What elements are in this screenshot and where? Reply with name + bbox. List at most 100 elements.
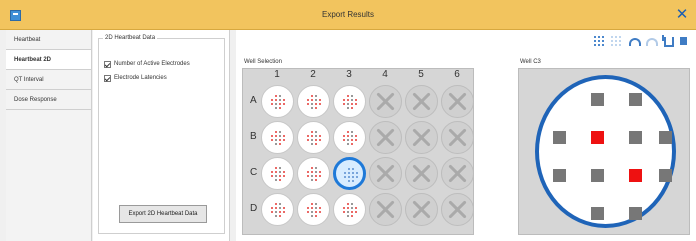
well-b1[interactable] xyxy=(261,121,294,154)
well-d4[interactable] xyxy=(369,193,402,226)
well-c2[interactable] xyxy=(297,157,330,190)
electrode-dot xyxy=(311,131,313,133)
close-icon[interactable]: ✕ xyxy=(673,6,691,22)
electrode-dot xyxy=(279,167,281,169)
electrode-dot xyxy=(352,176,354,178)
electrode-dot xyxy=(271,99,273,101)
well-a6[interactable] xyxy=(441,85,474,118)
export-2d-heartbeat-data-button[interactable]: Export 2D Heartbeat Data xyxy=(119,205,207,223)
sidebar-item-heartbeat-2d[interactable]: Heartbeat 2D xyxy=(6,50,91,70)
well-b6[interactable] xyxy=(441,121,474,154)
well-c6[interactable] xyxy=(441,157,474,190)
electrode-dot xyxy=(271,211,273,213)
electrode-dot xyxy=(311,143,313,145)
electrode-inactive[interactable] xyxy=(629,131,642,144)
well-d1[interactable] xyxy=(261,193,294,226)
electrode-inactive[interactable] xyxy=(591,93,604,106)
electrode-dot xyxy=(343,99,345,101)
electrode-dot xyxy=(351,103,353,105)
electrode-dot xyxy=(348,168,350,170)
well-d6[interactable] xyxy=(441,193,474,226)
well-detail-panel xyxy=(518,68,690,235)
electrode-dot xyxy=(315,207,317,209)
electrode-inactive[interactable] xyxy=(629,207,642,220)
export-icon[interactable] xyxy=(661,35,674,47)
electrode-active[interactable] xyxy=(591,131,604,144)
well-b3[interactable] xyxy=(333,121,366,154)
electrode-inactive[interactable] xyxy=(553,169,566,182)
electrode-dot xyxy=(283,99,285,101)
well-d5[interactable] xyxy=(405,193,438,226)
electrode-inactive[interactable] xyxy=(659,131,672,144)
electrode-dot xyxy=(311,179,313,181)
electrode-dot xyxy=(319,99,321,101)
well-c5[interactable] xyxy=(405,157,438,190)
electrode-dot xyxy=(283,171,285,173)
well-a3[interactable] xyxy=(333,85,366,118)
electrode-latencies-checkbox-row[interactable]: Electrode Latencies xyxy=(104,73,167,83)
electrode-dot xyxy=(351,211,353,213)
window-title: Export Results xyxy=(321,10,375,19)
list-view-icon[interactable] xyxy=(610,35,622,47)
sidebar-item-dose-response[interactable]: Dose Response xyxy=(6,90,91,110)
row-label: A xyxy=(250,95,257,106)
electrode-dot xyxy=(315,215,317,217)
sidebar-item-heartbeat[interactable]: Heartbeat xyxy=(6,30,91,50)
export-results-window: Export Results ✕ Heartbeat Heartbeat 2D … xyxy=(0,0,696,241)
electrode-dot xyxy=(275,131,277,133)
well-b2[interactable] xyxy=(297,121,330,154)
electrode-dot xyxy=(279,107,281,109)
well-a5[interactable] xyxy=(405,85,438,118)
well-a1[interactable] xyxy=(261,85,294,118)
electrode-inactive[interactable] xyxy=(591,169,604,182)
well-c4[interactable] xyxy=(369,157,402,190)
electrode-inactive[interactable] xyxy=(659,169,672,182)
electrode-dot xyxy=(348,176,350,178)
settings-icon[interactable] xyxy=(678,35,690,47)
electrode-dot xyxy=(355,139,357,141)
electrode-dot xyxy=(271,171,273,173)
electrode-dot xyxy=(343,103,345,105)
electrode-active[interactable] xyxy=(629,169,642,182)
well-c1[interactable] xyxy=(261,157,294,190)
electrode-dot xyxy=(352,172,354,174)
electrode-dot xyxy=(279,139,281,141)
electrode-dot xyxy=(275,107,277,109)
options-group: 2D Heartbeat Data Number of Active Elect… xyxy=(98,35,225,234)
electrode-dot xyxy=(319,139,321,141)
electrode-dot xyxy=(307,99,309,101)
electrode-dot xyxy=(351,203,353,205)
sidebar-item-qt-interval[interactable]: QT Interval xyxy=(6,70,91,90)
well-c3[interactable] xyxy=(333,157,366,190)
undo-icon[interactable] xyxy=(627,35,641,47)
electrode-dot xyxy=(275,175,277,177)
well-a2[interactable] xyxy=(297,85,330,118)
electrode-inactive[interactable] xyxy=(591,207,604,220)
electrode-inactive[interactable] xyxy=(629,93,642,106)
well-b4[interactable] xyxy=(369,121,402,154)
electrode-inactive[interactable] xyxy=(553,131,566,144)
electrode-dot xyxy=(351,99,353,101)
checkbox-label: Number of Active Electrodes xyxy=(114,61,190,67)
electrode-dot xyxy=(347,99,349,101)
electrode-dot xyxy=(283,135,285,137)
electrode-dot xyxy=(319,211,321,213)
electrode-dot xyxy=(283,211,285,213)
well-d2[interactable] xyxy=(297,193,330,226)
checkbox[interactable] xyxy=(104,60,111,68)
electrode-dot xyxy=(356,176,358,178)
electrode-dot xyxy=(343,139,345,141)
electrode-dot xyxy=(283,175,285,177)
redo-icon[interactable] xyxy=(644,35,658,47)
well-a4[interactable] xyxy=(369,85,402,118)
electrode-dot xyxy=(348,180,350,182)
row-label: D xyxy=(250,203,258,214)
electrode-dot xyxy=(275,139,277,141)
checkbox[interactable] xyxy=(104,74,111,82)
well-d3[interactable] xyxy=(333,193,366,226)
well-b5[interactable] xyxy=(405,121,438,154)
active-electrodes-checkbox-row[interactable]: Number of Active Electrodes xyxy=(104,59,190,69)
electrode-dot xyxy=(315,107,317,109)
grid-view-icon[interactable] xyxy=(593,35,605,47)
electrode-dot xyxy=(275,211,277,213)
